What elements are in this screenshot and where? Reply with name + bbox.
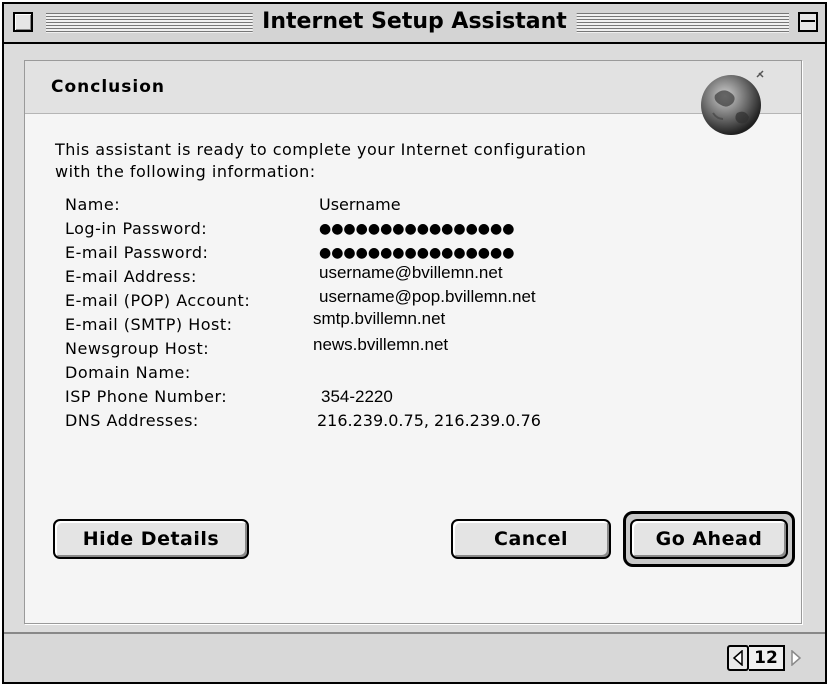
- detail-label: E-mail Address:: [65, 267, 197, 286]
- detail-label: E-mail (SMTP) Host:: [65, 315, 233, 334]
- detail-row-smtp-host: E-mail (SMTP) Host: smtp.bvillemn.net: [65, 309, 765, 337]
- detail-value: 354-2220: [321, 387, 393, 406]
- intro-text: This assistant is ready to complete your…: [55, 140, 587, 181]
- detail-value: news.bvillemn.net: [313, 335, 449, 354]
- detail-value: username@pop.bvillemn.net: [319, 287, 536, 306]
- detail-value: Username: [319, 195, 401, 214]
- detail-label: E-mail (POP) Account:: [65, 291, 251, 310]
- detail-value: ●●●●●●●●●●●●●●●●: [319, 245, 515, 261]
- section-header: Conclusion: [25, 61, 801, 114]
- detail-row-name: Name: Username: [65, 195, 765, 217]
- detail-row-dns-addresses: DNS Addresses: 216.239.0.75, 216.239.0.7…: [65, 411, 765, 433]
- detail-row-isp-phone: ISP Phone Number: 354-2220: [65, 387, 765, 409]
- right-arrow-icon[interactable]: [785, 645, 807, 671]
- detail-label: Newsgroup Host:: [65, 339, 210, 358]
- window-title: Internet Setup Assistant: [252, 9, 577, 34]
- detail-label: DNS Addresses:: [65, 411, 199, 430]
- detail-row-email-address: E-mail Address: username@bvillemn.net: [65, 263, 765, 289]
- detail-label: Name:: [65, 195, 121, 214]
- setup-assistant-window: Internet Setup Assistant Conclusion This…: [2, 2, 827, 684]
- detail-row-domain-name: Domain Name:: [65, 363, 765, 385]
- go-ahead-button[interactable]: Go Ahead: [630, 519, 788, 559]
- content-panel: Conclusion This assistant is ready to co…: [24, 60, 802, 624]
- page-navigator: 12: [727, 643, 813, 673]
- detail-label: ISP Phone Number:: [65, 387, 228, 406]
- detail-value: smtp.bvillemn.net: [313, 309, 446, 328]
- detail-label: Domain Name:: [65, 363, 191, 382]
- page-number: 12: [749, 645, 785, 671]
- hide-details-button[interactable]: Hide Details: [53, 519, 249, 559]
- cancel-button[interactable]: Cancel: [451, 519, 611, 559]
- bottom-bar: 12: [4, 632, 825, 682]
- globe-icon: [701, 70, 764, 135]
- detail-label: Log-in Password:: [65, 219, 208, 238]
- close-box[interactable]: [13, 12, 33, 32]
- collapse-box[interactable]: [798, 12, 818, 32]
- detail-label: E-mail Password:: [65, 243, 209, 262]
- detail-row-email-password: E-mail Password: ●●●●●●●●●●●●●●●●: [65, 243, 765, 265]
- title-bar[interactable]: Internet Setup Assistant: [4, 4, 825, 44]
- left-arrow-icon[interactable]: [727, 645, 749, 671]
- detail-value: username@bvillemn.net: [319, 263, 503, 282]
- detail-value: 216.239.0.75, 216.239.0.76: [317, 411, 541, 430]
- section-title: Conclusion: [51, 77, 165, 97]
- detail-row-login-password: Log-in Password: ●●●●●●●●●●●●●●●●: [65, 219, 765, 241]
- detail-row-newsgroup-host: Newsgroup Host: news.bvillemn.net: [65, 335, 765, 361]
- detail-value: ●●●●●●●●●●●●●●●●: [319, 221, 515, 237]
